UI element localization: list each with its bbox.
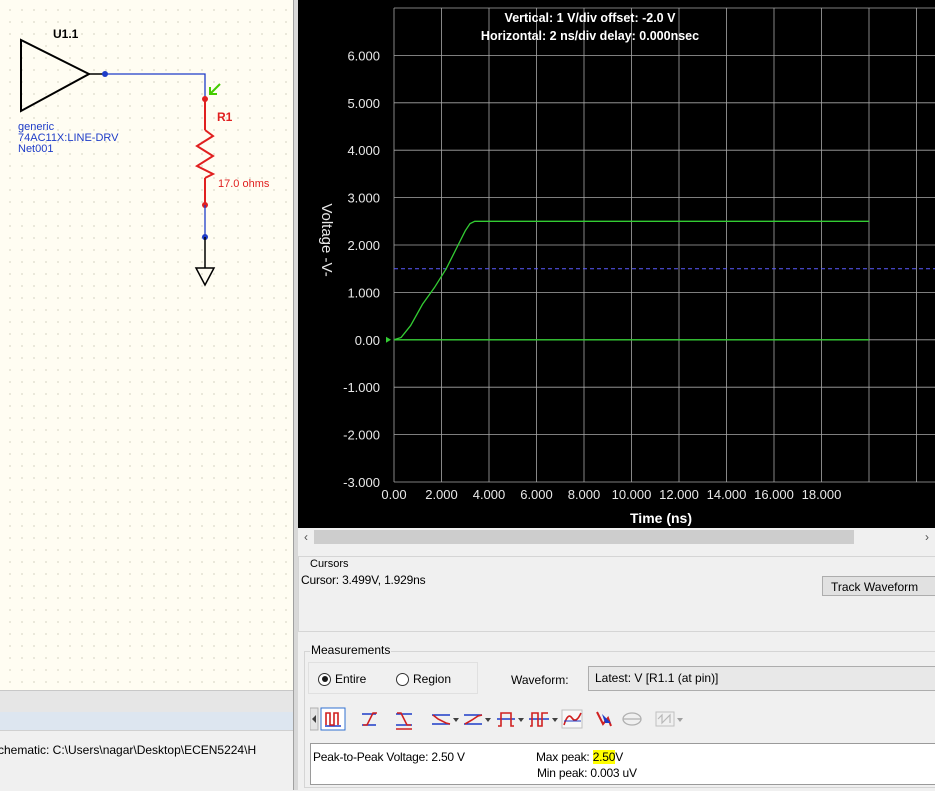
max-peak-result: Max peak: 2.50V [536,750,623,764]
horizontal-scale-header: Horizontal: 2 ns/div delay: 0.000nsec [481,29,699,43]
resistor-value-label: 17.0 ohms [218,178,270,190]
range-entire-radio[interactable]: Entire [318,672,366,686]
waveform-label: Waveform: [511,673,569,687]
track-waveform-button[interactable]: Track Waveform [822,576,935,596]
y-tick-label: 0.00 [355,333,380,348]
measurement-results: Peak-to-Peak Voltage: 2.50 V Max peak: 2… [310,743,935,785]
pulse-measure-icon[interactable] [320,707,346,731]
resistor-ref-label: R1 [217,110,233,124]
period-icon[interactable] [529,712,558,727]
vertical-scale-header: Vertical: 1 V/div offset: -2.0 V [505,11,677,25]
max-peak-value: 2.50 [592,750,616,764]
y-tick-label: 5.000 [347,96,380,111]
y-tick-label: -3.000 [343,475,380,490]
cursor-pick-icon[interactable] [596,711,612,727]
resistor-symbol [194,129,216,179]
y-tick-label: 4.000 [347,143,380,158]
cursors-title: Cursors [309,558,350,570]
scroll-left-arrow-icon[interactable]: ‹ [298,528,314,546]
cursor-readout: Cursor: 3.499V, 1.929ns [301,573,426,587]
y-tick-label: -2.000 [343,428,380,443]
undershoot-icon[interactable] [464,714,491,725]
y-tick-label: 6.000 [347,48,380,63]
y-axis-label: Voltage -V- [318,203,335,276]
x-tick-labels: 0.00 2.000 4.000 6.000 8.000 10.000 12.000 14.0… [381,487,841,502]
status-path: chematic: C:\Users\nagar\Desktop\ECEN522… [0,743,257,757]
range-region-label: Region [413,672,452,686]
peak-to-peak-result: Peak-to-Peak Voltage: 2.50 V [313,750,465,764]
schematic-drawing [20,38,221,287]
scrollbar-thumb[interactable] [314,530,854,544]
min-peak-result: Min peak: 0.003 uV [537,766,637,780]
eye-icon[interactable] [622,712,642,726]
buffer-net-label: Net001 [18,143,54,155]
net-wire [105,73,206,99]
max-peak-label: Max peak: [536,750,590,764]
waveform-select[interactable]: Latest: V [R1.1 (at pin)] [588,666,935,691]
plot-background [298,0,935,528]
overshoot-icon[interactable] [432,714,459,725]
x-tick-label: 18.000 [802,487,842,502]
x-tick-label: 12.000 [659,487,699,502]
oscilloscope-window: 6.000 5.000 4.000 3.000 2.000 1.000 0.00 -1.000… [298,0,935,790]
max-peak-unit: V [615,750,624,764]
buffer-ref-label: U1.1 [53,27,79,41]
range-entire-label: Entire [335,672,367,686]
plot-horizontal-scrollbar[interactable]: ‹ › [298,528,935,546]
y-tick-label: 3.000 [347,191,380,206]
x-tick-label: 4.000 [473,487,506,502]
x-axis-label: Time (ns) [630,510,692,526]
radio-unchecked-icon [396,672,409,686]
radio-checked-icon [318,672,331,686]
toolbar-icons [309,707,683,731]
width-icon[interactable] [497,712,524,727]
oscilloscope-plot: 6.000 5.000 4.000 3.000 2.000 1.000 0.00 -1.000… [298,0,935,528]
buffer-symbol [20,38,92,113]
ground-icon [194,267,216,287]
x-tick-label: 0.00 [381,487,406,502]
x-tick-label: 16.000 [754,487,794,502]
y-tick-label: 2.000 [347,238,380,253]
x-tick-label: 8.000 [568,487,601,502]
scroll-left-icon[interactable] [309,707,319,731]
y-tick-label: 1.000 [347,285,380,300]
x-tick-label: 2.000 [425,487,458,502]
range-region-radio[interactable]: Region [396,672,451,686]
schematic-tab-strip [0,712,293,730]
curve-icon[interactable] [561,709,583,729]
scroll-right-arrow-icon[interactable]: › [919,528,935,546]
x-tick-label: 10.000 [612,487,652,502]
rise-edge-icon[interactable] [362,712,377,726]
fall-edge-icon[interactable] [396,712,412,730]
schematic-canvas[interactable]: U1.1 generic 74AC11X:LINE-DRV Net001 R1 … [0,0,293,690]
schematic-horizontal-scrollbar[interactable] [0,690,293,713]
measurements-title: Measurements [310,643,392,657]
x-tick-label: 14.000 [707,487,747,502]
probe-arrow-icon [209,83,221,95]
measurement-toolbar [309,706,935,736]
delay-icon[interactable] [655,711,683,727]
y-tick-label: -1.000 [343,380,380,395]
status-bar: chematic: C:\Users\nagar\Desktop\ECEN522… [0,730,293,791]
x-tick-label: 6.000 [520,487,553,502]
